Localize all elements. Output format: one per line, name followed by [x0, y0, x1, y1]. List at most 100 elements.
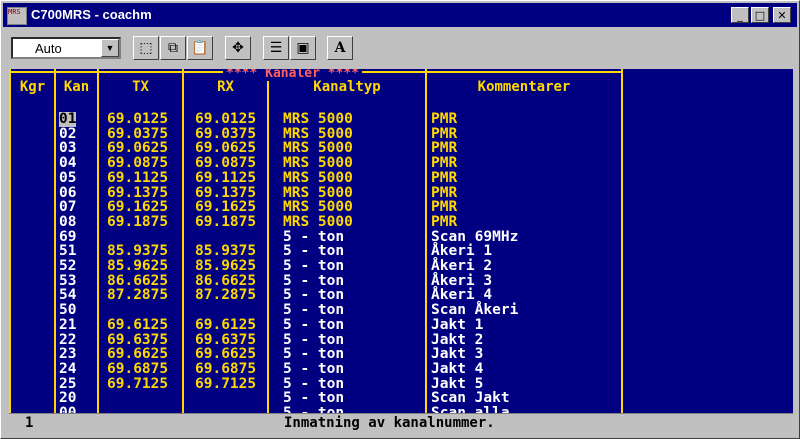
- column-divider: [54, 69, 56, 413]
- header-kan: Kan: [63, 79, 90, 95]
- cell-kom: PMR: [431, 111, 458, 127]
- cell-typ: MRS 5000: [283, 155, 353, 172]
- window-icon: ▣: [296, 40, 310, 56]
- cell-kom: PMR: [431, 169, 458, 186]
- cell-kan[interactable]: 06: [59, 185, 76, 201]
- cell-kan[interactable]: 53: [59, 273, 76, 289]
- cell-kan[interactable]: 07: [59, 200, 76, 215]
- fullscreen-button[interactable]: ✥: [225, 36, 251, 60]
- cell-kan[interactable]: 04: [59, 156, 76, 171]
- cell-kom: Jakt 3: [431, 346, 484, 363]
- chevron-down-icon[interactable]: ▼: [101, 39, 119, 57]
- cell-typ: 5 - ton: [283, 272, 345, 289]
- paste-button[interactable]: 📋: [187, 36, 213, 60]
- cell-typ: MRS 5000: [283, 125, 353, 142]
- cell-kom: PMR: [431, 184, 458, 201]
- cell-tx: 69.6875: [107, 360, 169, 377]
- minimize-button[interactable]: _: [731, 7, 749, 23]
- cell-tx: 69.6375: [107, 331, 169, 348]
- font-size-select[interactable]: Auto ▼: [11, 37, 121, 59]
- column-divider: [97, 69, 99, 413]
- app-icon[interactable]: MRS: [7, 7, 27, 25]
- paste-icon: 📋: [191, 40, 209, 56]
- column-divider: [267, 69, 269, 413]
- cell-typ: 5 - ton: [283, 243, 345, 260]
- cell-kan[interactable]: 01: [59, 112, 77, 127]
- cell-kan[interactable]: 69: [59, 229, 76, 245]
- cell-typ: MRS 5000: [283, 111, 353, 127]
- maximize-button[interactable]: □: [751, 7, 769, 23]
- cell-typ: MRS 5000: [283, 199, 353, 216]
- cell-rx: 69.0625: [195, 140, 257, 157]
- status-number: 1: [25, 415, 34, 431]
- cell-rx: 69.1125: [195, 169, 257, 186]
- cell-tx: 69.0125: [107, 111, 169, 127]
- cell-tx: 69.7125: [107, 375, 169, 392]
- cell-kan[interactable]: 24: [59, 362, 76, 377]
- cell-rx: 69.1625: [195, 199, 257, 216]
- header-kgr: Kgr: [19, 79, 46, 95]
- cell-kom: PMR: [431, 155, 458, 172]
- cell-kan[interactable]: 54: [59, 288, 76, 303]
- cell-tx: 69.1625: [107, 199, 169, 216]
- cell-kan[interactable]: 22: [59, 332, 76, 348]
- cell-typ: MRS 5000: [283, 169, 353, 186]
- cell-tx: 69.1875: [107, 213, 169, 230]
- column-divider: [425, 69, 427, 413]
- cell-typ: 5 - ton: [283, 302, 345, 319]
- cell-typ: 5 - ton: [283, 287, 345, 304]
- cell-kom: Jakt 4: [431, 360, 484, 377]
- copy-button[interactable]: ⧉: [160, 36, 186, 60]
- terminal-area[interactable]: **** Kanaler **** Kgr Kan TX RX Kanaltyp…: [9, 69, 793, 433]
- cell-typ: MRS 5000: [283, 140, 353, 157]
- cell-kom: Jakt 2: [431, 331, 484, 348]
- cell-kan[interactable]: 08: [59, 215, 76, 230]
- cell-kom: PMR: [431, 140, 458, 157]
- cell-kom: Åkeri 1: [431, 243, 493, 260]
- cell-tx: 69.6625: [107, 346, 169, 363]
- cell-kom: PMR: [431, 199, 458, 216]
- font-button[interactable]: A: [327, 36, 353, 60]
- select-rect-icon: ⬚: [139, 40, 153, 56]
- cell-tx: 87.2875: [107, 287, 169, 304]
- font-icon: A: [334, 40, 346, 56]
- cell-rx: 69.0125: [195, 111, 257, 127]
- mark-button[interactable]: ⬚: [133, 36, 159, 60]
- cell-rx: 69.1375: [195, 184, 257, 201]
- cell-kan[interactable]: 52: [59, 259, 76, 274]
- cell-tx: 69.0625: [107, 140, 169, 157]
- header-tx: TX: [132, 79, 149, 95]
- cell-kan[interactable]: 20: [59, 391, 76, 406]
- app-window: MRS C700MRS - coachm _ □ ✕ Auto ▼ ⬚ ⧉ 📋 …: [0, 0, 800, 439]
- cell-rx: 69.6125: [195, 316, 257, 333]
- properties-button[interactable]: ☰: [263, 36, 289, 60]
- cell-tx: 69.6125: [107, 316, 169, 333]
- cell-rx: 69.6625: [195, 346, 257, 363]
- cell-typ: 5 - ton: [283, 258, 345, 274]
- cell-kan[interactable]: 51: [59, 244, 76, 259]
- status-bar: 1 Inmatning av kanalnummer.: [9, 413, 793, 433]
- header-rx: RX: [217, 79, 234, 95]
- cell-typ: 5 - ton: [283, 360, 345, 377]
- cell-kan[interactable]: 50: [59, 303, 76, 318]
- cell-kom: Scan Åkeri: [431, 302, 519, 319]
- cell-kan[interactable]: 02: [59, 126, 76, 142]
- fullscreen-icon: ✥: [232, 40, 244, 56]
- copy-icon: ⧉: [168, 40, 178, 56]
- title-bar[interactable]: MRS C700MRS - coachm _ □ ✕: [3, 3, 797, 27]
- cell-tx: 85.9625: [107, 258, 169, 274]
- toolbar: Auto ▼ ⬚ ⧉ 📋 ✥ ☰ ▣ A: [3, 29, 797, 67]
- background-button[interactable]: ▣: [290, 36, 316, 60]
- status-message: Inmatning av kanalnummer.: [284, 415, 495, 431]
- cell-kom: Jakt 5: [431, 375, 484, 392]
- cell-kan[interactable]: 03: [59, 141, 76, 156]
- close-button[interactable]: ✕: [773, 7, 791, 23]
- cell-kan[interactable]: 21: [59, 318, 76, 333]
- cell-rx: 69.6375: [195, 331, 257, 348]
- cell-kan[interactable]: 25: [59, 376, 76, 392]
- cell-rx: 69.1875: [195, 213, 257, 230]
- cell-kan[interactable]: 05: [59, 171, 76, 186]
- window-title: C700MRS - coachm: [31, 7, 152, 22]
- cell-kom: Jakt 1: [431, 316, 484, 333]
- cell-kan[interactable]: 23: [59, 347, 76, 362]
